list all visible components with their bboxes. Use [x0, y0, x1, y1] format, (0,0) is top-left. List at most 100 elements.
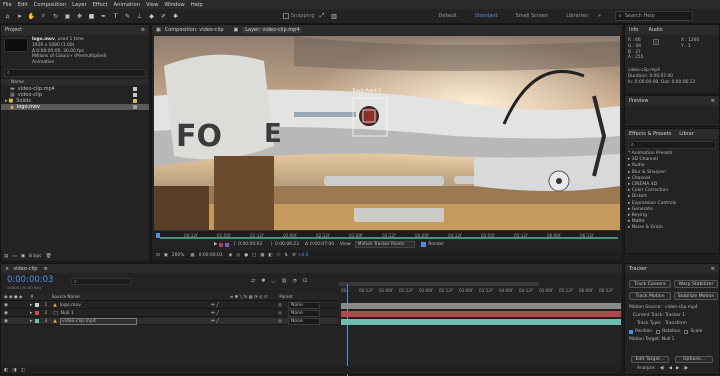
effects-search-input[interactable]: ⌕	[628, 141, 716, 149]
selection-tool-icon[interactable]: ➤	[15, 12, 24, 21]
view-options-icon[interactable]: ◧	[268, 253, 272, 258]
column-name-label[interactable]: Name	[11, 80, 24, 85]
analyze-forward-1-icon[interactable]: |▶	[683, 366, 688, 371]
color-label-red[interactable]	[219, 242, 224, 247]
tab-layer[interactable]: Layer: video-clip.mp4	[242, 27, 303, 33]
expand-arrow-icon[interactable]: ▸	[30, 311, 32, 316]
parent-dropdown[interactable]: None	[288, 317, 320, 325]
timeline-ruler[interactable]: 00s 00:12f 01:00f 01:12f 02:00f 02:12f 0…	[339, 282, 622, 301]
search-help-box[interactable]: ⌕ Search Help	[614, 11, 693, 21]
menu-file[interactable]: File	[3, 2, 12, 8]
parent-pickwhip-icon[interactable]: ◎	[278, 319, 282, 324]
tab-audio[interactable]: Audio	[648, 27, 662, 33]
position-checkbox[interactable]	[629, 330, 633, 334]
workspace-default[interactable]: Default	[439, 13, 457, 19]
new-folder-icon[interactable]: ▭	[12, 254, 16, 259]
video-frame[interactable]: FO E Track Point 1	[154, 36, 620, 230]
tab-info[interactable]: Info	[629, 27, 638, 33]
shape-tool-icon[interactable]: ■	[87, 12, 96, 21]
visibility-icon[interactable]: ◉	[4, 319, 8, 324]
source-name-column[interactable]: Source Name	[52, 294, 80, 299]
options-button[interactable]: Options...	[675, 356, 713, 363]
scale-checkbox[interactable]	[684, 330, 689, 334]
parent-pickwhip-icon[interactable]: ◎	[278, 311, 282, 316]
time-display[interactable]: 0:00:00:03	[199, 253, 223, 258]
snap-options-icon[interactable]: ⤢	[318, 12, 327, 21]
color-label-purple[interactable]	[225, 242, 230, 247]
layer-switches[interactable]: ⇎ ╱	[211, 311, 219, 316]
timecode-duration[interactable]: 0:00:07:00	[310, 242, 334, 247]
transparency-grid-icon[interactable]: ▩	[260, 253, 264, 258]
layer-row[interactable]: ◉ ▸ 2 □ Null 1 ⇎ ╱ ◎ None	[1, 309, 338, 317]
effect-category[interactable]: ▸ Noise & Grain	[625, 225, 719, 231]
parent-column[interactable]: Parent	[279, 294, 292, 299]
trash-icon[interactable]: 🗑	[46, 254, 52, 259]
panel-menu-icon[interactable]: ≡	[141, 27, 145, 33]
zoom-tool-icon[interactable]: ⌕	[39, 12, 48, 21]
parent-dropdown[interactable]: None	[288, 309, 320, 317]
close-icon[interactable]: ×	[5, 266, 9, 272]
brush-tool-icon[interactable]: ✎	[123, 12, 132, 21]
exposure-value[interactable]: +0.0	[298, 253, 309, 258]
project-search-input[interactable]: ⌕	[4, 69, 146, 77]
layer-label-color[interactable]	[35, 311, 40, 315]
tab-tracker[interactable]: Tracker	[629, 266, 647, 272]
project-item-selected[interactable]: ▲ logo.mov	[1, 104, 149, 110]
menu-layer[interactable]: Layer	[72, 2, 86, 8]
tab-libraries[interactable]: Librar	[679, 131, 694, 137]
graph-editor-icon[interactable]: ⊡	[303, 278, 307, 284]
track-bar-layer-2[interactable]	[341, 311, 621, 317]
tab-timeline[interactable]: video-clip	[13, 266, 37, 272]
grid-icon[interactable]: ▦	[190, 253, 194, 258]
analyze-backward-icon[interactable]: ◀	[669, 366, 672, 371]
tab-preview[interactable]: Preview	[629, 98, 648, 104]
timecode-current[interactable]: 0:00:00:03	[238, 242, 262, 247]
stamp-tool-icon[interactable]: ⊥	[135, 12, 144, 21]
edit-target-button[interactable]: Edit Target...	[631, 356, 669, 363]
expand-duration-icon[interactable]: ◫	[21, 368, 25, 373]
expand-modes-icon[interactable]: ◨	[12, 368, 16, 373]
exposure-icon[interactable]: ✲	[292, 253, 296, 258]
workspace-standard[interactable]: Standard	[475, 13, 498, 19]
comp-mini-flowchart-icon[interactable]: ⇄	[251, 278, 255, 284]
menu-window[interactable]: Window	[164, 2, 184, 8]
pan-behind-tool-icon[interactable]: ✥	[75, 12, 84, 21]
workspace-overflow-icon[interactable]: »	[598, 13, 601, 19]
rotate-tool-icon[interactable]: ↻	[51, 12, 60, 21]
mask-visibility-icon[interactable]: ▣	[164, 253, 168, 258]
track-motion-button[interactable]: Track Motion	[629, 292, 671, 300]
eraser-tool-icon[interactable]: ◆	[147, 12, 156, 21]
interpret-footage-icon[interactable]: ▤	[4, 254, 8, 259]
visibility-icon[interactable]: ◉	[4, 311, 8, 316]
menu-edit[interactable]: Edit	[18, 2, 28, 8]
shy-icon[interactable]: ◡	[271, 278, 275, 284]
frame-blending-icon[interactable]: ▥	[282, 278, 287, 284]
layer-switches[interactable]: ⇎ ╱	[211, 319, 219, 324]
render-checkbox[interactable]	[421, 242, 427, 247]
new-comp-icon[interactable]: ▣	[21, 254, 25, 259]
expand-arrow-icon[interactable]: ▸	[30, 303, 32, 308]
track-camera-button[interactable]: Track Camera	[629, 280, 671, 288]
track-type-dropdown[interactable]: Transform	[665, 320, 687, 328]
panel-menu-icon[interactable]: ≡	[711, 98, 715, 104]
track-bar-layer-3[interactable]	[341, 319, 621, 325]
in-point-icon[interactable]: ▶	[214, 242, 217, 247]
parent-dropdown[interactable]: None	[288, 301, 320, 309]
workspace-libraries[interactable]: Libraries	[566, 13, 588, 19]
work-area-bar[interactable]	[160, 237, 618, 239]
motion-blur-icon[interactable]: ◔	[293, 278, 297, 284]
current-track-dropdown[interactable]: Tracker 1	[665, 312, 685, 320]
layer-time-ruler[interactable]: 00:12f 01:00f 01:12f 02:00f 02:12f 03:00…	[154, 230, 620, 239]
track-bar-layer-1[interactable]	[341, 303, 621, 309]
always-preview-icon[interactable]: ⊡	[156, 253, 160, 258]
in-bracket-icon[interactable]: {	[233, 242, 236, 247]
camera-tool-icon[interactable]: ▣	[63, 12, 72, 21]
menu-composition[interactable]: Composition	[34, 2, 66, 8]
roto-tool-icon[interactable]: ✐	[159, 12, 168, 21]
menu-view[interactable]: View	[146, 2, 158, 8]
timeline-search-input[interactable]: ⌕	[71, 278, 131, 285]
home-icon[interactable]: ⌂	[3, 12, 12, 21]
expand-arrow-icon[interactable]: ▸	[30, 319, 32, 324]
snapshot-icon[interactable]: ◉	[229, 253, 233, 258]
workspace-small-screen[interactable]: Small Screen	[516, 13, 549, 19]
